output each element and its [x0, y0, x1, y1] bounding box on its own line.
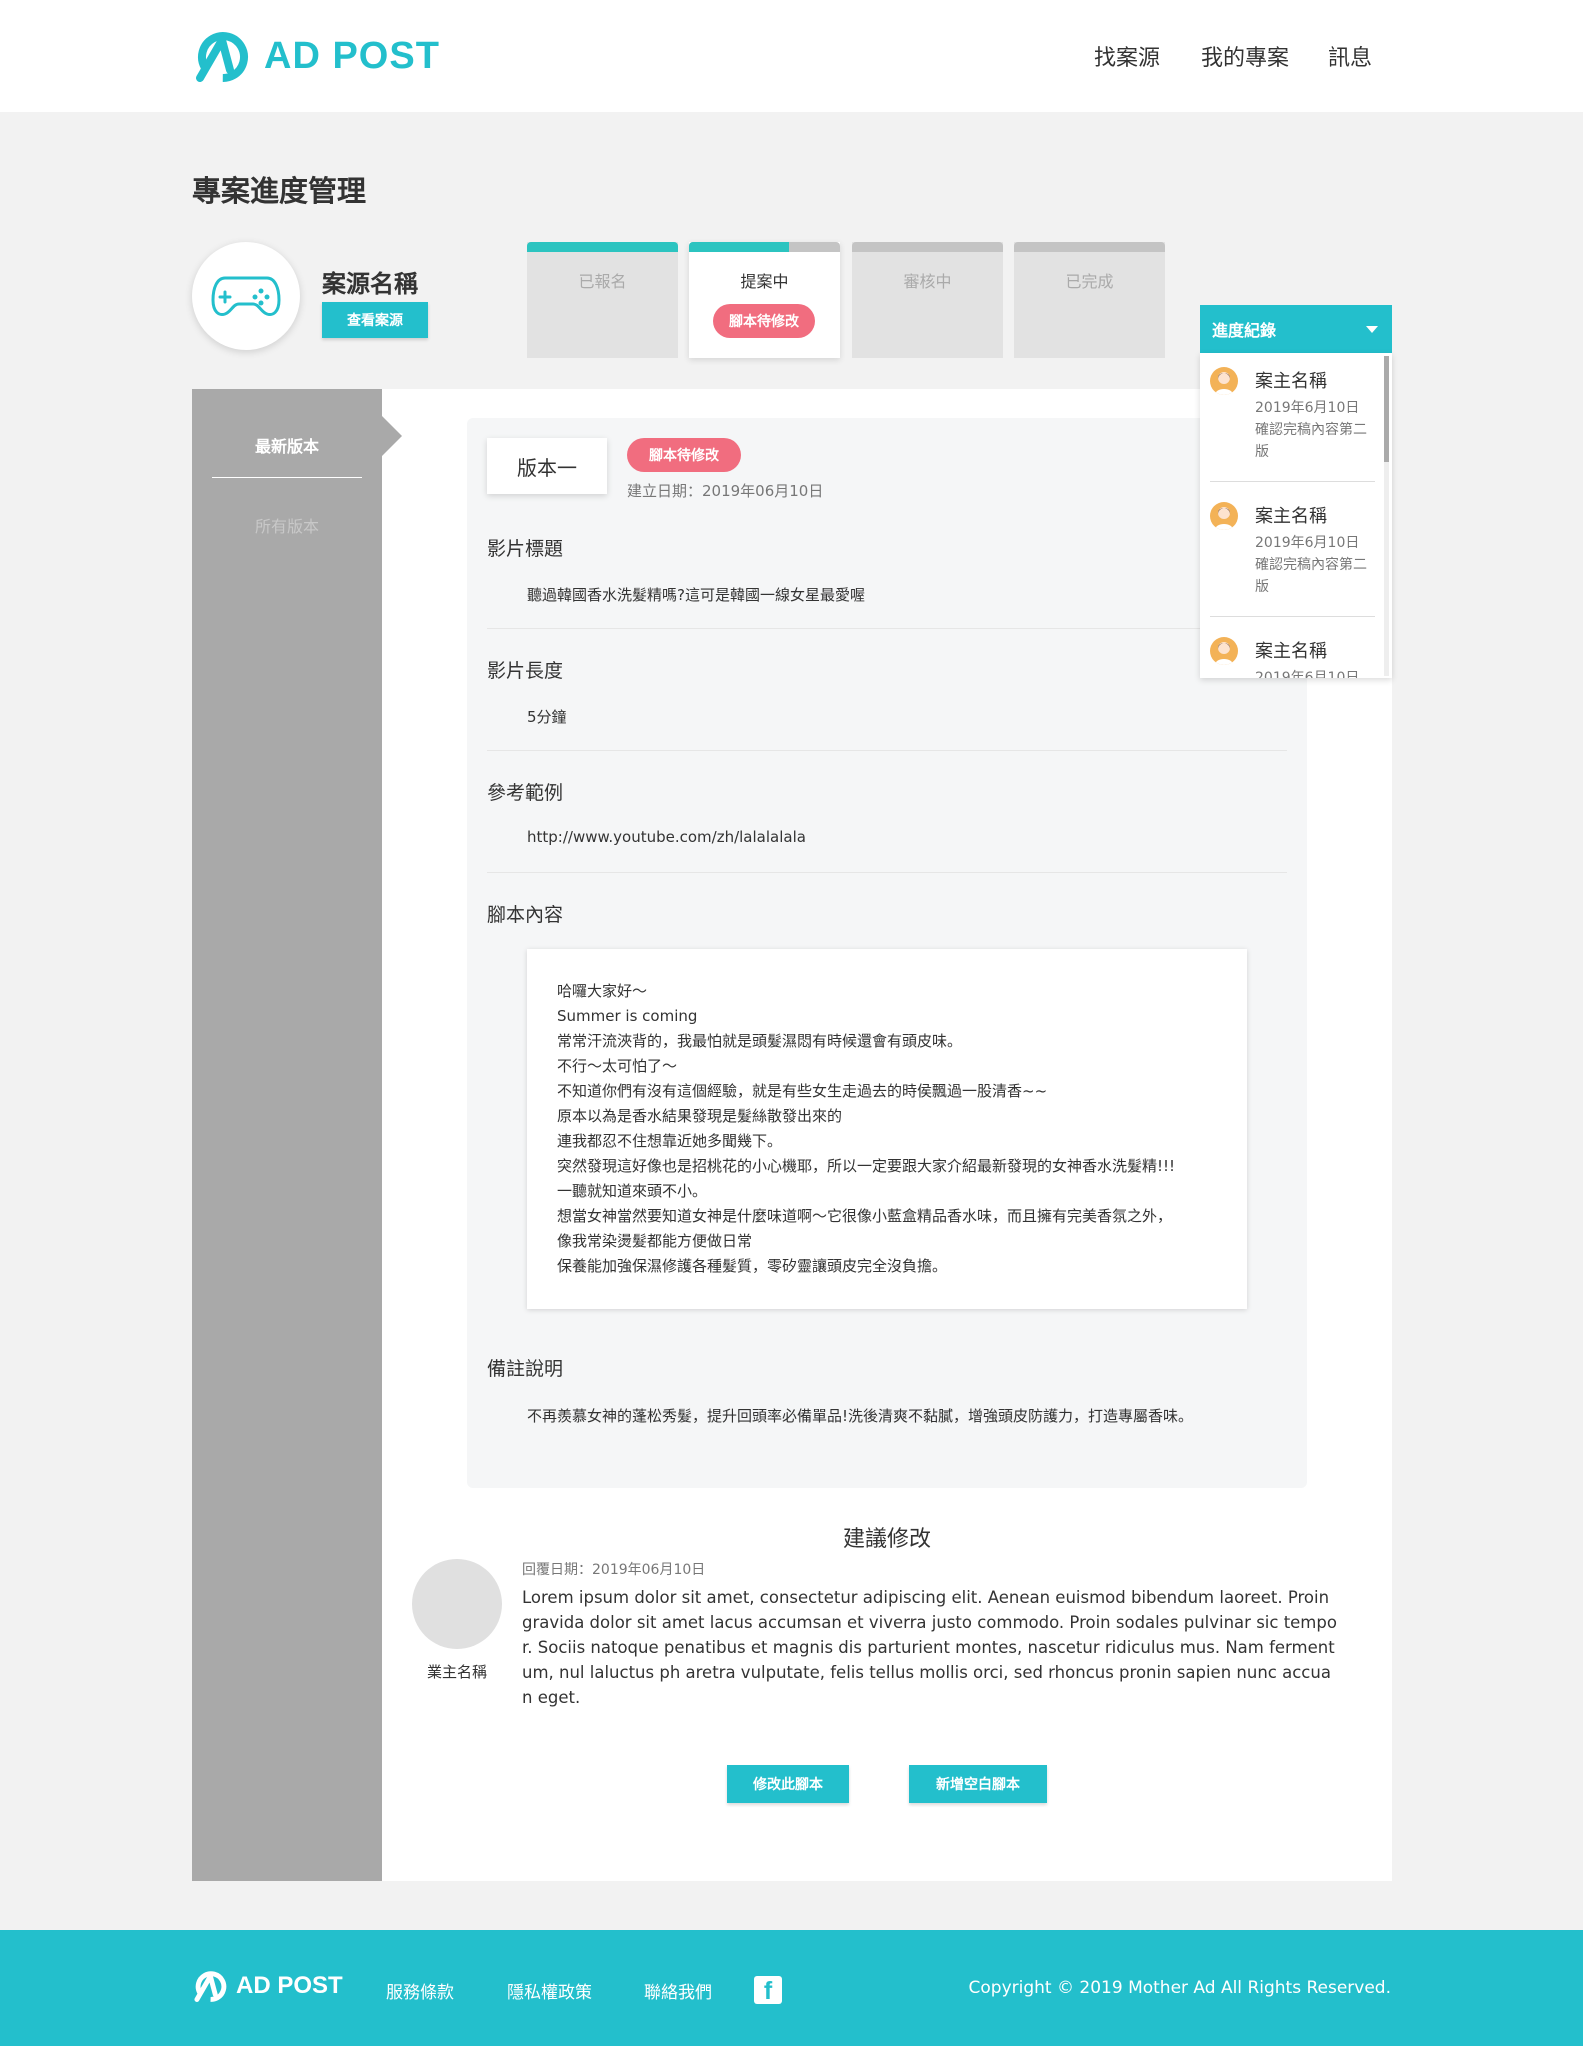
- caret-down-icon: [1366, 326, 1378, 333]
- divider: [1210, 481, 1375, 482]
- record-name: 案主名稱: [1255, 641, 1327, 662]
- avatar: [1210, 637, 1238, 665]
- site-footer: AD POST 服務條款 隱私權政策 聯絡我們 f Copyright © 20…: [0, 1930, 1583, 2046]
- script-line: 不知道你們有沒有這個經驗，就是有些女生走過去的時侯飄過一股清香~~: [557, 1082, 1048, 1100]
- step-reviewing: 審核中: [852, 242, 1003, 358]
- sidebar-divider: [212, 477, 362, 478]
- script-content-label: 腳本內容: [487, 904, 564, 926]
- person-avatar-icon: [1215, 642, 1233, 665]
- record-desc: 確認完稿內容第二版: [1255, 422, 1367, 460]
- step-completed: 已完成: [1014, 242, 1165, 358]
- footer-link-privacy[interactable]: 隱私權政策: [507, 1978, 592, 2003]
- facebook-icon[interactable]: f: [754, 1976, 782, 2004]
- footer-logo-text: AD POST: [236, 1972, 343, 1999]
- list-item[interactable]: 案主名稱 2019年6月10日: [1200, 623, 1380, 678]
- created-date: 建立日期：2019年06月10日: [627, 482, 824, 500]
- script-line: 一聽就知道來頭不小。: [557, 1182, 708, 1200]
- gamepad-icon: [211, 276, 281, 316]
- divider: [487, 872, 1287, 873]
- script-line: 突然發現這好像也是招桃花的小心機耶，所以一定要跟大家介紹最新發現的女神香水洗髮精…: [557, 1157, 1176, 1175]
- site-header: AD POST 找案源 我的專案 訊息: [0, 0, 1583, 112]
- script-line: Summer is coming: [557, 1007, 698, 1025]
- script-line: 哈囉大家好～: [557, 982, 648, 1000]
- record-date: 2019年6月10日: [1255, 535, 1360, 551]
- notes-value: 不再羨慕女神的蓬松秀髮，提升回頭率必備單品!洗後清爽不黏膩，增強頭皮防護力，打造…: [527, 1407, 1194, 1425]
- project-name: 案源名稱: [322, 270, 418, 298]
- script-line: 保養能加強保濕修護各種髮質，零矽靈讓頭皮完全沒負擔。: [557, 1257, 948, 1275]
- suggestion-title: 建議修改: [842, 1527, 931, 1552]
- suggestion-text: Lorem ipsum dolor sit amet, consectetur …: [522, 1588, 1337, 1707]
- nav-find-projects[interactable]: 找案源: [1094, 40, 1160, 72]
- logo-text: AD POST: [264, 34, 440, 77]
- footer-link-terms[interactable]: 服務條款: [386, 1978, 454, 2003]
- script-line: 像我常染燙髮都能方便做日常: [557, 1232, 753, 1250]
- record-date: 2019年6月10日: [1255, 400, 1360, 416]
- video-length-label: 影片長度: [487, 660, 564, 682]
- ad-post-logo-icon: [194, 1971, 227, 2002]
- video-title-label: 影片標題: [487, 538, 564, 560]
- progress-record-toggle[interactable]: 進度紀錄: [1200, 305, 1392, 353]
- view-project-button[interactable]: 查看案源: [322, 302, 428, 338]
- script-line: 想當女神當然要知道女神是什麼味道啊～它很像小藍盒精品香水味，而且擁有完美香氛之外…: [557, 1207, 1173, 1225]
- divider: [487, 750, 1287, 751]
- step-label: 提案中: [740, 272, 789, 291]
- logo[interactable]: AD POST: [192, 30, 440, 82]
- step-label: 已報名: [578, 272, 627, 291]
- person-avatar-icon: [1215, 507, 1233, 530]
- avatar: [1210, 502, 1238, 530]
- record-scrollbar[interactable]: [1384, 356, 1389, 676]
- record-name: 案主名稱: [1255, 371, 1327, 392]
- sidebar-item-latest[interactable]: 最新版本: [212, 433, 362, 457]
- edit-script-button[interactable]: 修改此腳本: [727, 1765, 849, 1803]
- sidebar-item-all[interactable]: 所有版本: [212, 513, 362, 537]
- person-avatar-icon: [1215, 372, 1233, 395]
- list-item[interactable]: 案主名稱 2019年6月10日 確認完稿內容第二版: [1200, 353, 1380, 488]
- scrollbar-thumb[interactable]: [1384, 356, 1389, 462]
- record-name: 案主名稱: [1255, 506, 1327, 527]
- status-badge: 腳本待修改: [627, 438, 741, 472]
- footer-logo[interactable]: AD POST: [192, 1970, 343, 2002]
- progress-record-list[interactable]: 案主名稱 2019年6月10日 確認完稿內容第二版 案主名稱 2019年6月10…: [1200, 353, 1392, 678]
- divider: [487, 628, 1287, 629]
- record-desc: 確認完稿內容第二版: [1255, 557, 1367, 595]
- page-title: 專案進度管理: [192, 174, 367, 208]
- script-line: 原本以為是香水結果發現是髮絲散發出來的: [557, 1107, 843, 1125]
- owner-name: 業主名稱: [426, 1663, 487, 1681]
- script-line: 不行～太可怕了～: [557, 1057, 678, 1075]
- sidebar-active-arrow: [382, 416, 402, 456]
- script-line: 常常汗流浹背的，我最怕就是頭髮濕悶有時候還會有頭皮味。: [557, 1032, 963, 1050]
- script-content-box: 哈囉大家好～ Summer is coming 常常汗流浹背的，我最怕就是頭髮濕…: [527, 949, 1247, 1309]
- step-label: 已完成: [1065, 272, 1114, 291]
- reply-date: 回覆日期：2019年06月10日: [522, 1562, 706, 1578]
- reference-label: 參考範例: [487, 782, 564, 804]
- script-line: 連我都忍不住想靠近她多聞幾下。: [557, 1132, 783, 1150]
- video-length-value: 5分鐘: [527, 708, 567, 726]
- version-sidebar: 最新版本 所有版本: [192, 389, 382, 1881]
- avatar: [412, 1559, 502, 1649]
- nav-my-projects[interactable]: 我的專案: [1201, 40, 1289, 72]
- avatar: [1210, 367, 1238, 395]
- video-title-value: 聽過韓國香水洗髮精嗎?這可是韓國一線女星最愛喔: [527, 586, 865, 604]
- progress-record-title: 進度紀錄: [1212, 321, 1277, 340]
- list-item[interactable]: 案主名稱 2019年6月10日 確認完稿內容第二版: [1200, 488, 1380, 623]
- status-badge: 腳本待修改: [713, 304, 815, 338]
- notes-label: 備註說明: [487, 1358, 564, 1380]
- version-panel: 版本一 腳本待修改 建立日期：2019年06月10日 影片標題 聽過韓國香水洗髮…: [467, 418, 1307, 1488]
- step-progress-fill: [689, 242, 789, 252]
- step-label: 審核中: [903, 272, 952, 291]
- new-script-button[interactable]: 新增空白腳本: [909, 1765, 1047, 1803]
- copyright: Copyright © 2019 Mother Ad All Rights Re…: [968, 1978, 1391, 1998]
- record-date: 2019年6月10日: [1255, 670, 1360, 678]
- nav-messages[interactable]: 訊息: [1328, 40, 1372, 72]
- reference-link[interactable]: http://www.youtube.com/zh/lalalalala: [527, 828, 806, 846]
- divider: [1210, 616, 1375, 617]
- step-registered: 已報名: [527, 242, 678, 358]
- ad-post-logo-icon: [196, 32, 248, 82]
- step-proposing: 提案中 腳本待修改: [689, 242, 840, 358]
- step-progress-fill: [527, 242, 678, 252]
- version-label: 版本一: [487, 438, 607, 494]
- footer-link-contact[interactable]: 聯絡我們: [644, 1978, 712, 2003]
- project-avatar: [192, 242, 300, 350]
